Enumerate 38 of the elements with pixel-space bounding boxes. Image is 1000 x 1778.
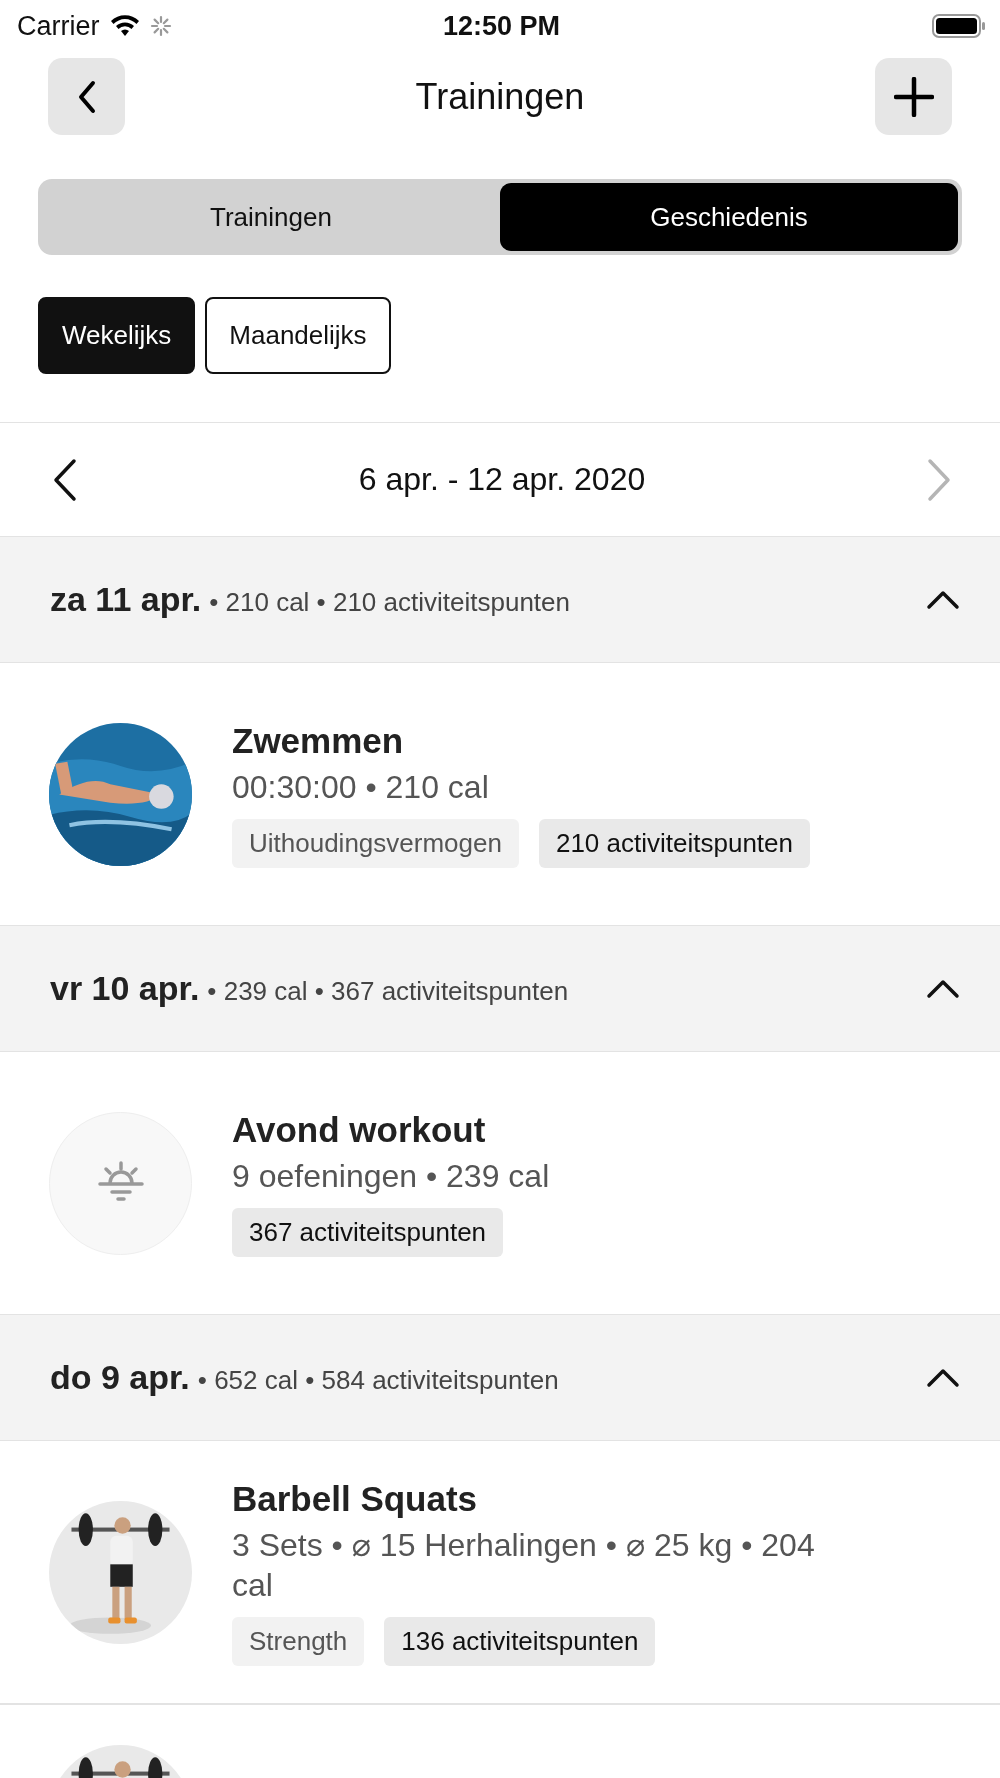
day-header[interactable]: do 9 apr. • 652 cal • 584 activiteitspunten	[0, 1314, 1000, 1441]
day-header[interactable]: vr 10 apr. • 239 cal • 367 activiteitspunten	[0, 925, 1000, 1052]
workout-title[interactable]: Zwemmen	[232, 720, 810, 761]
week-range: 6 apr. - 12 apr. 2020	[358, 461, 646, 498]
workout-title[interactable]: Barbell Squats	[232, 1478, 832, 1519]
carrier-label: Carrier	[17, 10, 100, 42]
workout-details: 3 Sets • ⌀ 15 Herhalingen • ⌀ 25 kg • 204 cal	[232, 1525, 816, 1605]
add-button[interactable]	[875, 58, 952, 135]
day-summary: • 652 cal • 584 activiteitspunten	[197, 1365, 559, 1396]
category-badge: Uithoudingsvermogen	[232, 818, 519, 868]
workout-title[interactable]: Avond workout	[232, 1109, 550, 1150]
segment-tab[interactable]: Trainingen	[42, 183, 500, 251]
back-button[interactable]	[48, 58, 125, 135]
day-date: za 11 apr.	[50, 580, 202, 619]
points-badge: 136 activiteitspunten	[384, 1616, 656, 1666]
day-summary: • 239 cal • 367 activiteitspunten	[207, 976, 569, 1007]
day-date: do 9 apr.	[50, 1358, 190, 1397]
status-time: 12:50 PM	[442, 10, 561, 42]
segment-tab[interactable]: Geschiedenis	[500, 183, 958, 251]
battery-icon	[932, 13, 986, 39]
category-badge: Strength	[232, 1616, 365, 1666]
previous-week-button[interactable]	[52, 457, 78, 502]
workout-details: 00:30:00 • 210 cal	[232, 767, 490, 807]
day-header[interactable]: za 11 apr. • 210 cal • 210 activiteitspunten	[0, 536, 1000, 663]
day-date: vr 10 apr.	[50, 969, 200, 1008]
workout-details: 9 oefeningen • 239 cal	[232, 1156, 550, 1196]
activity-spinner-icon	[149, 15, 172, 37]
plus-icon	[893, 76, 934, 117]
points-badge: 210 activiteitspunten	[538, 818, 810, 868]
period-button[interactable]: Maandelijks	[205, 297, 391, 374]
chevron-up-icon[interactable]	[926, 589, 960, 610]
chevron-up-icon[interactable]	[926, 978, 960, 999]
wifi-icon	[109, 15, 140, 37]
period-button[interactable]: Wekelijks	[38, 297, 196, 374]
day-summary: • 210 cal • 210 activiteitspunten	[209, 587, 570, 618]
chevron-up-icon[interactable]	[926, 1367, 960, 1388]
points-badge: 367 activiteitspunten	[232, 1207, 504, 1257]
screen-title: Trainingen	[415, 75, 585, 118]
